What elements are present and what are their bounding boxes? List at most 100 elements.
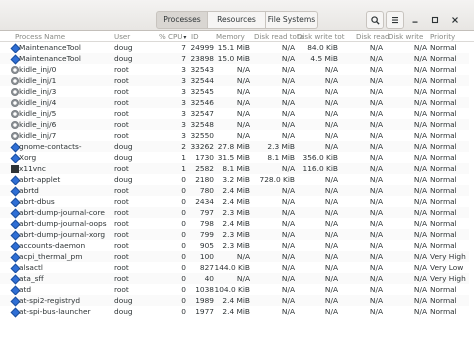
cpu-cell: 1 [181,164,186,173]
menu-button[interactable] [386,11,404,29]
process-icon [11,132,19,140]
table-row[interactable]: acpi_thermal_pm root 0 100 N/A N/A N/A N/A N/A Ve… [0,251,474,262]
table-row[interactable]: MaintenanceTool doug 7 24999 15.1 MiB N/A 84.0… [0,42,474,53]
table-row[interactable]: accounts-daemon root 0 905 2.3 MiB N/A N/A N/A N… [0,240,474,251]
table-row[interactable]: at-spi2-registryd doug 0 1989 2.4 MiB N/A N/A N… [0,295,474,306]
column-header-process-name[interactable]: Process Name [15,32,65,41]
table-row[interactable]: abrt-dump-journal-oops root 0 798 2.4 MiB N/A… [0,218,474,229]
tab-resources[interactable]: Resources [208,11,266,29]
process-name-cell: kidle_inj/7 [19,131,57,140]
column-header-disk-write-total[interactable]: Disk write tot [297,32,345,41]
process-name-cell: x11vnc [19,164,46,173]
process-icon [10,274,20,284]
column-header-id[interactable]: ID [191,32,199,41]
table-row[interactable]: atd root 0 1038 104.0 KiB N/A N/A N/A N/A Normal [0,284,474,295]
disk-read-cell: N/A [369,142,383,151]
minimize-button[interactable] [408,13,422,27]
user-cell: root [114,131,129,140]
disk-read-cell: N/A [369,296,383,305]
table-row[interactable]: kidle_inj/4 root 3 32546 N/A N/A N/A N/A N/A Norm… [0,97,474,108]
search-button[interactable] [366,11,384,29]
memory-cell: 27.8 MiB [217,142,250,151]
table-row[interactable]: kidle_inj/1 root 3 32544 N/A N/A N/A N/A N/A Norm… [0,75,474,86]
disk-write-cell: N/A [413,186,427,195]
table-row[interactable]: abrtd root 0 780 2.4 MiB N/A N/A N/A N/A Normal [0,185,474,196]
memory-cell: N/A [236,98,250,107]
process-icon [10,186,20,196]
disk-write-total-cell: 116.0 KiB [302,164,338,173]
table-row[interactable]: MaintenanceTool doug 7 23898 15.0 MiB N/A 4.5 … [0,53,474,64]
disk-write-cell: N/A [413,109,427,118]
table-row[interactable]: kidle_inj/6 root 3 32548 N/A N/A N/A N/A N/A Norm… [0,119,474,130]
disk-write-cell: N/A [413,43,427,52]
column-header-memory[interactable]: Memory [216,32,245,41]
vertical-scrollbar[interactable] [469,42,474,340]
cpu-cell: 3 [181,87,186,96]
disk-write-total-cell: N/A [324,296,338,305]
process-icon [10,197,20,207]
table-row[interactable]: abrt-applet doug 0 2180 3.2 MiB 728.0 KiB N/A N… [0,174,474,185]
process-icon [10,153,20,163]
table-row[interactable]: abrt-dump-journal-xorg root 0 799 2.3 MiB N/A… [0,229,474,240]
disk-read-cell: N/A [369,43,383,52]
table-row[interactable]: x11vnc root 1 2582 8.1 MiB N/A 116.0 KiB N/A N/A… [0,163,474,174]
disk-write-total-cell: N/A [324,120,338,129]
header-bar: Processes Resources File Systems [0,0,474,31]
disk-read-cell: N/A [369,109,383,118]
column-header-cpu[interactable]: % CPU▾ [159,32,186,41]
process-id-cell: 32543 [190,65,214,74]
disk-write-cell: N/A [413,164,427,173]
disk-read-total-cell: N/A [281,109,295,118]
table-row[interactable]: kidle_inj/5 root 3 32547 N/A N/A N/A N/A N/A Norm… [0,108,474,119]
column-header-disk-read[interactable]: Disk read [356,32,389,41]
table-row[interactable]: abrt-dbus root 0 2434 2.4 MiB N/A N/A N/A N/A Nor… [0,196,474,207]
table-row[interactable]: kidle_inj/3 root 3 32545 N/A N/A N/A N/A N/A Norm… [0,86,474,97]
column-header-priority[interactable]: Priority [430,32,455,41]
disk-write-cell: N/A [413,54,427,63]
process-list[interactable]: MaintenanceTool doug 7 24999 15.1 MiB N/A 84.0… [0,42,474,340]
column-header-user[interactable]: User [114,32,130,41]
table-row[interactable]: Xorg doug 1 1730 31.5 MiB 8.1 MiB 356.0 KiB N/A… [0,152,474,163]
process-name-cell: kidle_inj/4 [19,98,57,107]
disk-write-total-cell: N/A [324,131,338,140]
table-row[interactable]: at-spi-bus-launcher doug 0 1977 2.4 MiB N/A N/… [0,306,474,317]
close-button[interactable] [448,13,462,27]
cpu-cell: 3 [181,109,186,118]
table-row[interactable]: kidle_inj/0 root 3 32543 N/A N/A N/A N/A N/A Norm… [0,64,474,75]
process-icon [10,252,20,262]
maximize-button[interactable] [428,13,442,27]
process-name-cell: kidle_inj/0 [19,65,57,74]
memory-cell: 3.2 MiB [222,175,250,184]
table-row[interactable]: alsactl root 0 827 144.0 KiB N/A N/A N/A N/A Very… [0,262,474,273]
user-cell: root [114,87,129,96]
tab-file-systems[interactable]: File Systems [266,11,318,29]
memory-cell: N/A [236,87,250,96]
memory-cell: 15.1 MiB [217,43,250,52]
process-icon [11,165,19,173]
disk-write-total-cell: N/A [324,186,338,195]
cpu-cell: 0 [181,208,186,217]
table-row[interactable]: ata_sff root 0 40 N/A N/A N/A N/A N/A Very High [0,273,474,284]
user-cell: root [114,98,129,107]
table-row[interactable]: abrt-dump-journal-core root 0 797 2.3 MiB N/A… [0,207,474,218]
disk-write-total-cell: N/A [324,142,338,151]
process-id-cell: 1977 [195,307,214,316]
user-cell: root [114,164,129,173]
gear-icon [11,132,19,140]
table-row[interactable]: gnome-contacts-doug 2 33262 27.8 MiB 2.3 MiB… [0,141,474,152]
column-header-disk-write[interactable]: Disk write [388,32,423,41]
disk-write-total-cell: N/A [324,241,338,250]
tab-processes[interactable]: Processes [156,11,208,29]
table-row[interactable]: kidle_inj/7 root 3 32550 N/A N/A N/A N/A N/A Norm… [0,130,474,141]
memory-cell: 2.4 MiB [222,186,250,195]
view-switcher: Processes Resources File Systems [156,11,318,29]
disk-read-cell: N/A [369,285,383,294]
close-icon [452,17,458,23]
priority-cell: Normal [430,98,457,107]
disk-read-cell: N/A [369,65,383,74]
disk-read-cell: N/A [369,131,383,140]
priority-cell: Normal [430,43,457,52]
disk-read-total-cell: N/A [281,164,295,173]
disk-write-cell: N/A [413,65,427,74]
disk-read-total-cell: N/A [281,76,295,85]
